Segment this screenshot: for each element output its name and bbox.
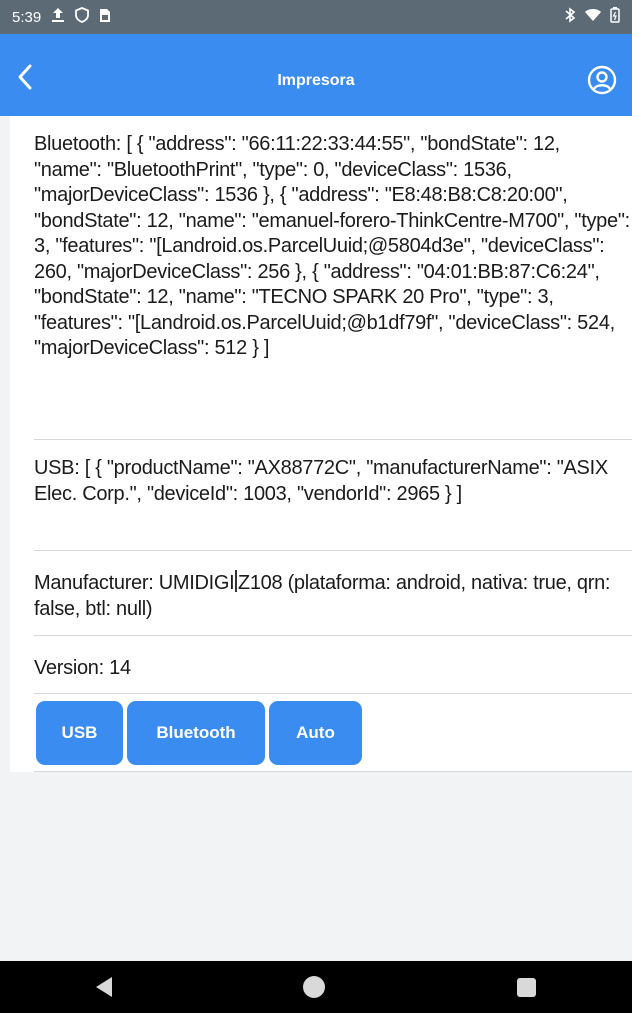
user-circle-icon — [587, 65, 617, 100]
usb-devices-text: USB: [ { "productName": "AX88772C", "man… — [34, 457, 608, 505]
nav-recents-icon[interactable] — [517, 977, 537, 997]
app-bar: Impresora — [0, 34, 632, 116]
nav-back-icon[interactable] — [95, 977, 112, 997]
content-card: Bluetooth: [ { "address": "66:11:22:33:4… — [10, 116, 632, 772]
system-navigation-bar — [0, 961, 632, 1013]
status-bar: 5:39 — [0, 0, 632, 34]
auto-button[interactable]: Auto — [269, 701, 362, 765]
shield-icon — [75, 7, 90, 27]
version-text: Version: 14 — [34, 657, 131, 679]
wifi-icon — [584, 8, 602, 26]
manufacturer-prefix: Manufacturer: UMIDIGI — [34, 572, 235, 594]
bluetooth-button[interactable]: Bluetooth — [127, 701, 265, 765]
status-time: 5:39 — [12, 8, 42, 26]
upload-icon — [51, 7, 65, 27]
page-title: Impresora — [277, 72, 355, 89]
divider — [34, 635, 632, 636]
status-right — [564, 7, 620, 27]
manufacturer-text: Manufacturer: UMIDIGI Z108 (plataforma: a… — [34, 570, 632, 622]
divider — [34, 771, 632, 772]
usb-button[interactable]: USB — [36, 701, 123, 765]
divider — [34, 550, 632, 551]
bluetooth-icon — [564, 7, 576, 27]
bluetooth-devices-text: Bluetooth: [ { "address": "66:11:22:33:4… — [34, 133, 630, 359]
sim-card-icon — [99, 8, 111, 27]
profile-button[interactable] — [586, 65, 618, 100]
nav-home-icon[interactable] — [303, 976, 326, 998]
text-cursor — [235, 570, 237, 592]
status-left: 5:39 — [12, 7, 111, 27]
divider — [34, 439, 632, 440]
battery-icon — [610, 7, 620, 27]
divider — [34, 693, 632, 694]
